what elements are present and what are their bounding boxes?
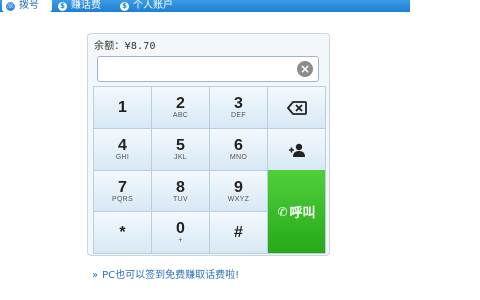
- key-3[interactable]: 3 DEF: [210, 87, 267, 128]
- keypad: 1 2 ABC 3 DEF 4 GHI 5 JKL 6 MNO 7 PQRS 8…: [93, 86, 326, 254]
- clear-input-icon[interactable]: ×: [297, 61, 313, 77]
- key-letters: DEF: [231, 112, 246, 119]
- key-2[interactable]: 2 ABC: [152, 87, 209, 128]
- tab-earn-credit[interactable]: $ 赚话费: [58, 0, 114, 12]
- key-digit: 3: [234, 95, 243, 112]
- key-letters: TUV: [173, 195, 188, 203]
- key-5[interactable]: 5 JKL: [152, 129, 209, 170]
- key-digit: 8: [176, 178, 185, 196]
- key-letters: ABC: [172, 112, 189, 119]
- key-digit: 5: [176, 137, 185, 154]
- key-letters: WXYZ: [227, 195, 250, 203]
- key-6[interactable]: 6 MNO: [210, 129, 267, 170]
- tab-earn-credit-label: 赚话费: [71, 0, 101, 11]
- key-digit: *: [119, 224, 126, 241]
- key-digit: 2: [176, 95, 185, 112]
- key-8[interactable]: 8 TUV: [152, 171, 209, 211]
- backspace-icon: [286, 100, 307, 115]
- add-contact-button[interactable]: [268, 129, 325, 170]
- key-letters: GHI: [115, 154, 130, 161]
- key-letters: PQRS: [111, 195, 134, 203]
- coin-icon: $: [58, 1, 67, 11]
- key-star[interactable]: *: [94, 212, 151, 253]
- key-9[interactable]: 9 WXYZ: [210, 171, 267, 211]
- tab-dial-label: 拨号: [19, 0, 39, 11]
- balance-text: 余额：¥8.70: [94, 41, 156, 52]
- call-button[interactable]: ✆ 呼叫: [268, 170, 325, 253]
- key-letters: JKL: [174, 154, 187, 161]
- key-7[interactable]: 7 PQRS: [94, 171, 151, 211]
- promo-link-label: PC也可以签到免费赚取话费啦!: [102, 270, 240, 281]
- key-4[interactable]: 4 GHI: [94, 129, 151, 170]
- top-nav-bar: ☏ 拨号 $ 赚话费 $ 个人账户: [0, 0, 410, 12]
- key-1[interactable]: 1: [94, 87, 151, 128]
- tab-account[interactable]: $ 个人账户: [120, 0, 190, 12]
- key-digit: 4: [118, 137, 127, 154]
- key-digit: #: [234, 224, 243, 241]
- tab-dial[interactable]: ☏ 拨号: [2, 0, 52, 12]
- phone-icon: ☏: [6, 1, 15, 11]
- key-digit: 1: [118, 99, 127, 116]
- key-digit: 6: [234, 137, 243, 154]
- call-button-label: 呼叫: [289, 206, 316, 221]
- key-letters: +: [178, 237, 183, 244]
- dollar-icon: $: [120, 1, 129, 11]
- promo-link[interactable]: » PC也可以签到免费赚取话费啦!: [92, 266, 239, 281]
- phone-icon: ✆: [277, 204, 288, 219]
- add-contact-icon: [288, 143, 305, 157]
- key-digit: 9: [234, 178, 243, 196]
- double-chevron-right-icon: »: [92, 270, 99, 281]
- key-letters: MNO: [229, 154, 248, 161]
- key-hash[interactable]: #: [210, 212, 267, 253]
- tab-account-label: 个人账户: [133, 0, 173, 11]
- dial-number-input[interactable]: [97, 56, 319, 82]
- key-digit: 7: [118, 178, 127, 196]
- key-0[interactable]: 0 +: [152, 212, 209, 253]
- key-digit: 0: [176, 220, 185, 237]
- backspace-button[interactable]: [268, 87, 325, 128]
